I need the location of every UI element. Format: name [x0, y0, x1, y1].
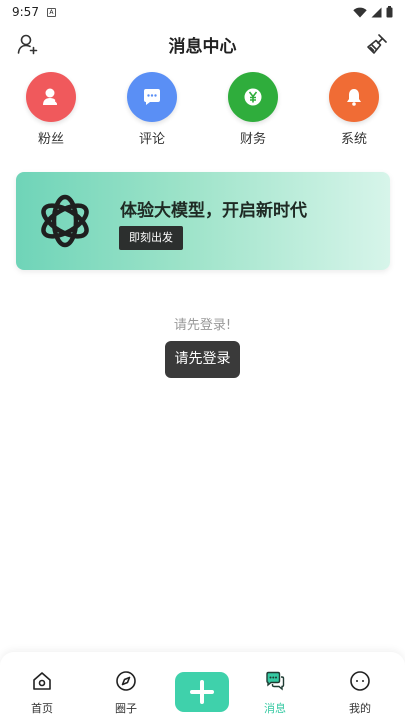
yuan-icon — [244, 88, 262, 106]
comments-icon-circle — [127, 72, 177, 122]
category-label: 评论 — [138, 132, 165, 147]
category-comments[interactable]: 评论 — [117, 72, 187, 147]
wifi-icon — [353, 7, 367, 17]
status-time: 9:57 — [12, 5, 39, 19]
nav-messages-label: 消息 — [264, 702, 286, 715]
finance-icon-circle — [228, 72, 278, 122]
fans-icon-circle — [26, 72, 76, 122]
category-finance[interactable]: 财务 — [218, 72, 288, 147]
profile-face-icon — [350, 671, 370, 691]
message-categories: 粉丝 评论 财务 系统 — [0, 72, 405, 152]
category-fans[interactable]: 粉丝 — [16, 72, 86, 147]
banner-cta-button[interactable]: 即刻出发 — [119, 226, 183, 250]
system-icon-circle — [329, 72, 379, 122]
openai-logo-icon — [41, 194, 89, 248]
status-icons — [353, 6, 393, 18]
nav-messages[interactable]: 消息 — [245, 670, 305, 716]
login-hint: 请先登录! — [173, 318, 232, 333]
category-label: 粉丝 — [37, 132, 64, 147]
notification-icon: A — [46, 7, 56, 17]
bell-icon — [347, 89, 361, 106]
compass-icon — [116, 671, 136, 691]
header: 消息中心 — [0, 26, 405, 62]
chat-bubbles-icon — [266, 671, 285, 691]
comment-icon — [144, 89, 160, 105]
signal-icon — [371, 7, 382, 17]
ai-promo-banner[interactable]: 体验大模型，开启新时代 即刻出发 — [16, 172, 390, 270]
nav-circle-label: 圈子 — [115, 702, 137, 715]
category-system[interactable]: 系统 — [319, 72, 389, 147]
category-label: 系统 — [340, 132, 367, 147]
nav-home-label: 首页 — [31, 702, 53, 715]
user-plus-icon — [43, 88, 59, 105]
banner-headline: 体验大模型，开启新时代 — [120, 201, 307, 221]
create-post-button[interactable] — [175, 672, 229, 712]
plus-icon — [190, 680, 214, 704]
home-icon — [33, 672, 51, 690]
nav-home[interactable]: 首页 — [12, 670, 72, 716]
status-bar: 9:57 A — [0, 0, 405, 24]
login-button[interactable]: 请先登录 — [165, 341, 240, 378]
bottom-nav: 首页 圈子 消息 我的 — [0, 652, 405, 720]
nav-circle[interactable]: 圈子 — [96, 670, 156, 716]
nav-mine[interactable]: 我的 — [330, 670, 390, 716]
nav-mine-label: 我的 — [349, 702, 371, 715]
clear-messages-button[interactable] — [365, 32, 389, 56]
broom-icon — [367, 34, 387, 54]
category-label: 财务 — [239, 132, 266, 147]
battery-icon — [386, 6, 393, 18]
page-title: 消息中心 — [168, 37, 237, 57]
